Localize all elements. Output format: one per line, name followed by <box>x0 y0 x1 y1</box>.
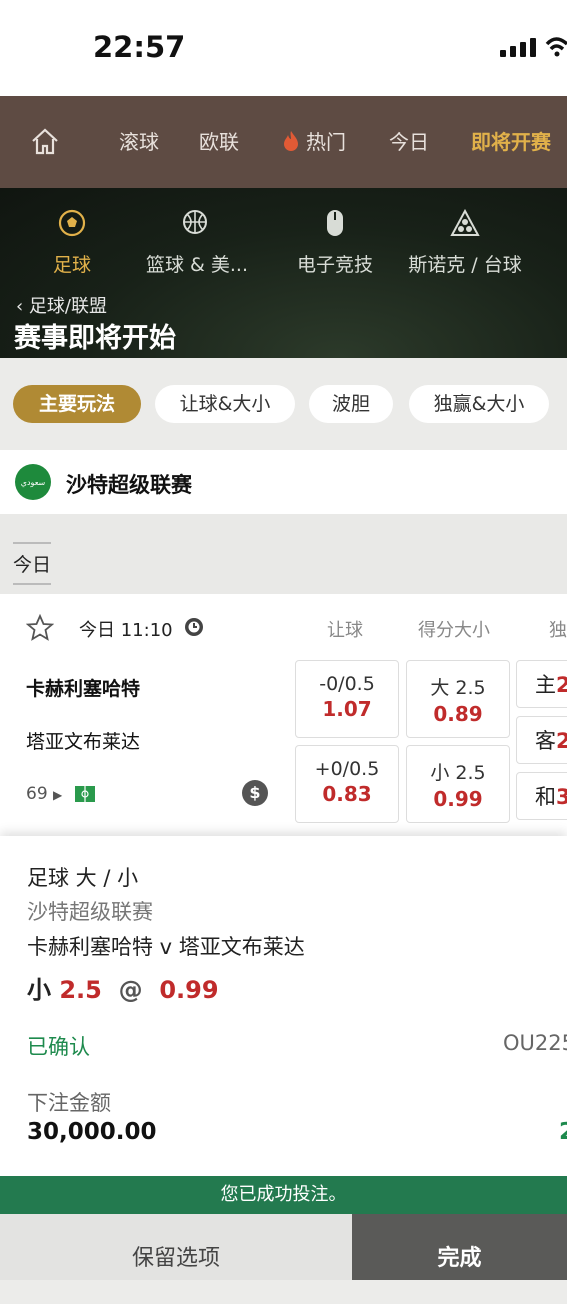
slip-market: 足球 大 / 小 <box>27 866 139 890</box>
done-button[interactable]: 完成 <box>352 1214 567 1280</box>
nav-hot[interactable]: 热门 <box>282 126 346 155</box>
pill-handicap-total[interactable]: 让球&大小 <box>155 385 295 423</box>
more-markets[interactable]: 69 ▶ <box>26 784 96 804</box>
sport-snooker[interactable]: 斯诺克 / 台球 <box>406 206 524 277</box>
sport-snooker-label: 斯诺克 / 台球 <box>408 254 522 276</box>
home-team: 卡赫利塞哈特 <box>26 678 141 700</box>
odds-value: 1.07 <box>322 697 372 721</box>
page-title: 赛事即将开始 <box>14 323 176 354</box>
odds-moneyline-away[interactable]: 客2 <box>516 716 567 764</box>
slip-league: 沙特超级联赛 <box>27 900 153 924</box>
nav-live[interactable]: 滚球 <box>119 126 159 155</box>
nav-hot-label: 热门 <box>306 130 346 154</box>
breadcrumb[interactable]: ‹ 足球/联盟 <box>16 292 107 318</box>
sport-esports-label: 电子竞技 <box>296 254 373 276</box>
status-bar: 22:57 <box>0 0 567 96</box>
moneyline-odds: 2 <box>556 673 567 697</box>
odds-value: 0.99 <box>433 787 483 811</box>
pill-main[interactable]: 主要玩法 <box>13 385 141 423</box>
status-time: 22:57 <box>93 30 186 64</box>
nav-upcoming[interactable]: 即将开赛 <box>471 126 551 155</box>
market-filter-bar: 主要玩法 让球&大小 波胆 独赢&大小 <box>0 358 567 450</box>
live-clock-icon <box>185 618 203 636</box>
star-icon[interactable] <box>26 614 54 642</box>
tab-today[interactable]: 今日 <box>13 542 52 585</box>
moneyline-label: 和 <box>535 785 556 809</box>
basketball-icon <box>183 210 207 234</box>
match-row: 今日 11:10 让球 得分大小 独 卡赫利塞哈特 塔亚文布莱达 69 ▶ $ … <box>0 594 567 836</box>
fire-icon <box>284 130 298 151</box>
saudi-flag-icon: سعودي <box>15 464 51 500</box>
slip-fixture: 卡赫利塞哈特 v 塔亚文布莱达 <box>27 935 305 959</box>
col-total: 得分大小 <box>418 620 490 641</box>
moneyline-odds: 2 <box>556 729 567 753</box>
at-symbol: @ <box>118 976 143 1004</box>
keep-selections-button[interactable]: 保留选项 <box>0 1214 352 1280</box>
moneyline-label: 客 <box>535 729 556 753</box>
bet-reference: OU225 <box>503 1031 567 1055</box>
sport-basketball-label: 篮球 & 美... <box>145 254 248 276</box>
flag-text: سعودي <box>20 477 46 487</box>
day-tab-bar: 今日 <box>0 514 567 594</box>
odds-line: -0/0.5 <box>319 673 375 695</box>
col-moneyline: 独 <box>549 620 567 641</box>
match-time: 今日 11:10 <box>79 620 173 641</box>
back-chevron-icon: ‹ <box>16 296 29 317</box>
football-icon <box>58 209 86 237</box>
pill-moneyline-total[interactable]: 独赢&大小 <box>409 385 549 423</box>
stake-label: 下注金额 <box>27 1091 111 1115</box>
nav-today[interactable]: 今日 <box>389 126 429 155</box>
odds-total-under[interactable]: 小 2.5 0.99 <box>406 745 510 823</box>
odds-moneyline-home[interactable]: 主2 <box>516 660 567 708</box>
success-banner: 您已成功投注。 <box>0 1176 567 1214</box>
home-icon[interactable] <box>30 126 60 156</box>
odds-handicap-away[interactable]: +0/0.5 0.83 <box>295 745 399 823</box>
sport-esports[interactable]: 电子竞技 <box>295 206 375 277</box>
pill-correct-score[interactable]: 波胆 <box>309 385 393 423</box>
odds-total-over[interactable]: 大 2.5 0.89 <box>406 660 510 738</box>
nav-europa[interactable]: 欧联 <box>199 126 239 155</box>
selection-label: 小 <box>27 976 51 1004</box>
odds-handicap-home[interactable]: -0/0.5 1.07 <box>295 660 399 738</box>
pitch-icon <box>74 786 95 802</box>
mouse-icon <box>327 210 343 236</box>
breadcrumb-label: 足球/联盟 <box>28 296 107 317</box>
sport-football[interactable]: 足球 <box>52 206 92 277</box>
moneyline-odds: 3 <box>556 785 567 809</box>
slip-selection: 小 2.5 @ 0.99 <box>27 970 219 1005</box>
payout-amount: 2 <box>559 1119 567 1145</box>
odds-line: +0/0.5 <box>314 758 380 780</box>
snooker-icon <box>450 209 480 236</box>
sports-header: 足球 篮球 & 美... 电子竞技 斯诺克 / 台球 ‹ 足球/联盟 赛事即将开… <box>0 188 567 358</box>
bet-slip: 足球 大 / 小 沙特超级联赛 卡赫利塞哈特 v 塔亚文布莱达 小 2.5 @ … <box>0 836 567 1176</box>
odds-value: 0.89 <box>433 702 483 726</box>
col-handicap: 让球 <box>327 620 363 641</box>
odds-line: 大 2.5 <box>430 677 486 699</box>
league-header[interactable]: سعودي 沙特超级联赛 <box>0 450 567 514</box>
sport-basketball[interactable]: 篮球 & 美... <box>144 206 250 277</box>
bet-status: 已确认 <box>27 1035 90 1059</box>
league-name: 沙特超级联赛 <box>66 473 192 497</box>
more-markets-count: 69 <box>26 784 48 804</box>
odds-value: 0.83 <box>322 782 372 806</box>
away-team: 塔亚文布莱达 <box>26 731 141 753</box>
stake-amount: 30,000.00 <box>27 1119 157 1145</box>
moneyline-label: 主 <box>535 673 556 697</box>
cashout-icon[interactable]: $ <box>242 780 268 806</box>
wifi-icon <box>545 37 567 57</box>
top-nav: 滚球 欧联 热门 今日 即将开赛 <box>0 96 567 188</box>
selection-odds: 0.99 <box>159 976 219 1004</box>
selection-line: 2.5 <box>59 976 102 1004</box>
sport-football-label: 足球 <box>52 254 91 276</box>
odds-line: 小 2.5 <box>430 762 486 784</box>
signal-icon <box>500 38 536 57</box>
play-arrow-icon: ▶ <box>53 788 63 802</box>
odds-moneyline-draw[interactable]: 和3 <box>516 772 567 820</box>
